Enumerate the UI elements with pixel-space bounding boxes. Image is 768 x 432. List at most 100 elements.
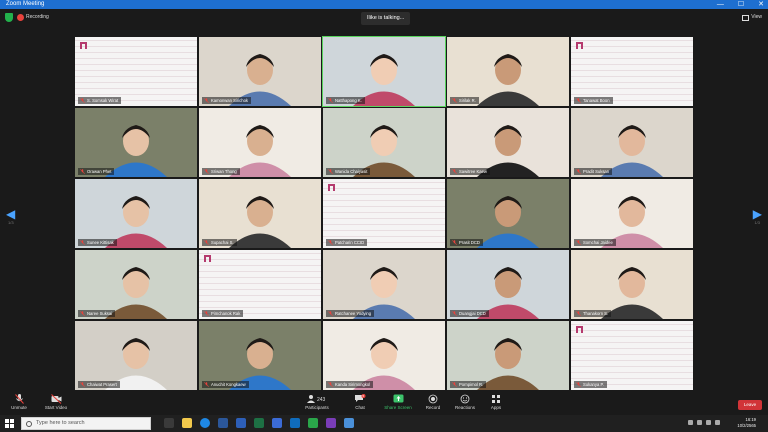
participant-tile[interactable]: Sunee Kittisak [75, 179, 197, 248]
zoom-app-icon[interactable] [272, 418, 282, 428]
recording-label[interactable]: Recording [26, 13, 49, 22]
view-label: View [751, 14, 762, 20]
share-screen-label: Share Screen [384, 405, 412, 410]
security-shield-icon[interactable] [5, 13, 13, 22]
meeting-topbar: Recording Ilike is talking... View [0, 9, 768, 27]
next-page-arrow-icon[interactable]: ▶ [753, 207, 762, 221]
notes-app-icon[interactable] [344, 418, 354, 428]
participant-tile[interactable]: Pimchanok Rak [199, 250, 321, 319]
participant-name-label: Sawitree Kaew [450, 168, 490, 175]
page-indicator-right: 1/3 [754, 220, 760, 225]
participant-tile[interactable]: Somchai Jaidee [571, 179, 693, 248]
participant-tile[interactable]: Sawitree Kaew [447, 108, 569, 177]
participant-video-feed [323, 321, 445, 390]
participant-name-label: S. Somsak Wirat [78, 97, 122, 104]
participant-tile[interactable]: Sirilak R. [447, 37, 569, 106]
participant-tile[interactable]: Patcharin CCID [323, 179, 445, 248]
participant-name-label: Tanawat Boon [574, 97, 613, 104]
participant-tile[interactable]: Thanakorn S. [571, 250, 693, 319]
record-button[interactable]: Record [424, 394, 442, 415]
windows-start-icon[interactable] [5, 419, 14, 428]
participant-tile[interactable]: Pradit Suksan [571, 108, 693, 177]
participant-tile[interactable]: Duangjai DCD [447, 250, 569, 319]
participant-tile[interactable]: Wanida Chaiyasit [323, 108, 445, 177]
mail-app-icon[interactable] [218, 418, 228, 428]
participant-tile[interactable]: Ratchanee Yodying [323, 250, 445, 319]
word-app-icon[interactable] [236, 418, 246, 428]
recording-icon[interactable] [17, 14, 24, 21]
participants-icon: 243 [307, 395, 326, 403]
mic-muted-icon [452, 382, 457, 387]
close-button[interactable]: ✕ [758, 0, 764, 9]
participant-name-label: Thanakorn S. [574, 310, 612, 317]
mic-muted-icon [204, 382, 209, 387]
participant-name: Pornpimol R. [459, 382, 484, 387]
participant-name: Duangjai DCD [459, 311, 486, 316]
participant-tile[interactable]: Pornpimol R. [447, 321, 569, 390]
previous-page-arrow-icon[interactable]: ◀ [6, 207, 15, 221]
participant-video-feed [447, 37, 569, 106]
participant-name: Wanida Chaiyasit [335, 169, 368, 174]
reactions-button[interactable]: Reactions [453, 394, 477, 415]
participant-tile[interactable]: Sukanya P. [571, 321, 693, 390]
window-title: Zoom Meeting [6, 1, 45, 7]
participants-button[interactable]: 243 Participants [302, 394, 332, 415]
mic-muted-icon [452, 98, 457, 103]
photos-app-icon[interactable] [326, 418, 336, 428]
participant-tile[interactable]: Kamonwan Sirichok [199, 37, 321, 106]
participant-name-label: Kanda Sirimongkol [326, 381, 374, 388]
participant-name-label: Chaiwat Prasert [78, 381, 120, 388]
mic-muted-icon [328, 98, 333, 103]
participant-tile[interactable]: S. Somsak Wirat [75, 37, 197, 106]
participant-tile[interactable]: Tanawat Boon [571, 37, 693, 106]
task-view-icon[interactable] [164, 418, 174, 428]
participant-video-feed [75, 250, 197, 319]
reactions-icon [460, 394, 470, 404]
participant-tile[interactable]: Orawan Phet [75, 108, 197, 177]
participant-name-label: Wanida Chaiyasit [326, 168, 371, 175]
leave-button[interactable]: Leave [738, 400, 762, 410]
edge-browser-icon[interactable] [200, 418, 210, 428]
mic-muted-icon [452, 240, 457, 245]
participant-name: Natthapong K. [335, 98, 362, 103]
participant-tile[interactable]: Prasit DCD [447, 179, 569, 248]
mic-muted-icon [204, 169, 209, 174]
reactions-label: Reactions [454, 405, 475, 410]
participant-name-label: Sunee Kittisak [78, 239, 117, 246]
maximize-button[interactable]: ☐ [738, 0, 744, 9]
participant-tile[interactable]: Anuchit Kongkaew [199, 321, 321, 390]
minimize-button[interactable]: — [717, 0, 724, 9]
participant-tile[interactable]: Sriwan Thong [199, 108, 321, 177]
participant-video-feed [323, 37, 445, 106]
participant-name-label: Naree Suksai [78, 310, 116, 317]
mic-muted-icon [452, 169, 457, 174]
participant-tile[interactable]: Naree Suksai [75, 250, 197, 319]
start-video-button[interactable]: Start Video [42, 394, 70, 415]
taskbar-clock[interactable]: 16:19 10/2/2565 [737, 417, 756, 429]
participant-tile[interactable]: Kanda Sirimongkol [323, 321, 445, 390]
chat-button[interactable]: 5 Chat [350, 394, 370, 415]
participant-name: Naree Suksai [87, 311, 113, 316]
outlook-app-icon[interactable] [290, 418, 300, 428]
unmute-button[interactable]: Unmute [8, 394, 30, 415]
file-explorer-icon[interactable] [182, 418, 192, 428]
participant-name-label: Duangjai DCD [450, 310, 489, 317]
apps-button[interactable]: Apps [488, 394, 504, 415]
participant-tile[interactable]: Chaiwat Prasert [75, 321, 197, 390]
chat-label: Chat [355, 405, 365, 410]
participant-name: Pimchanok Rak [211, 311, 241, 316]
share-screen-button[interactable]: Share Screen [383, 394, 413, 415]
participant-video-feed [447, 321, 569, 390]
taskbar-search-box[interactable]: Type here to search [21, 417, 151, 430]
line-app-icon[interactable] [308, 418, 318, 428]
participant-video-feed [75, 321, 197, 390]
share-screen-icon [393, 394, 403, 403]
participant-video-feed [571, 179, 693, 248]
excel-app-icon[interactable] [254, 418, 264, 428]
participant-video-feed [199, 108, 321, 177]
system-tray-icons[interactable] [688, 420, 720, 425]
participant-tile[interactable]: Natthapong K. [322, 36, 446, 107]
participant-tile[interactable]: Supachai S. [199, 179, 321, 248]
view-button[interactable]: View [742, 13, 762, 22]
mic-muted-icon [80, 311, 85, 316]
